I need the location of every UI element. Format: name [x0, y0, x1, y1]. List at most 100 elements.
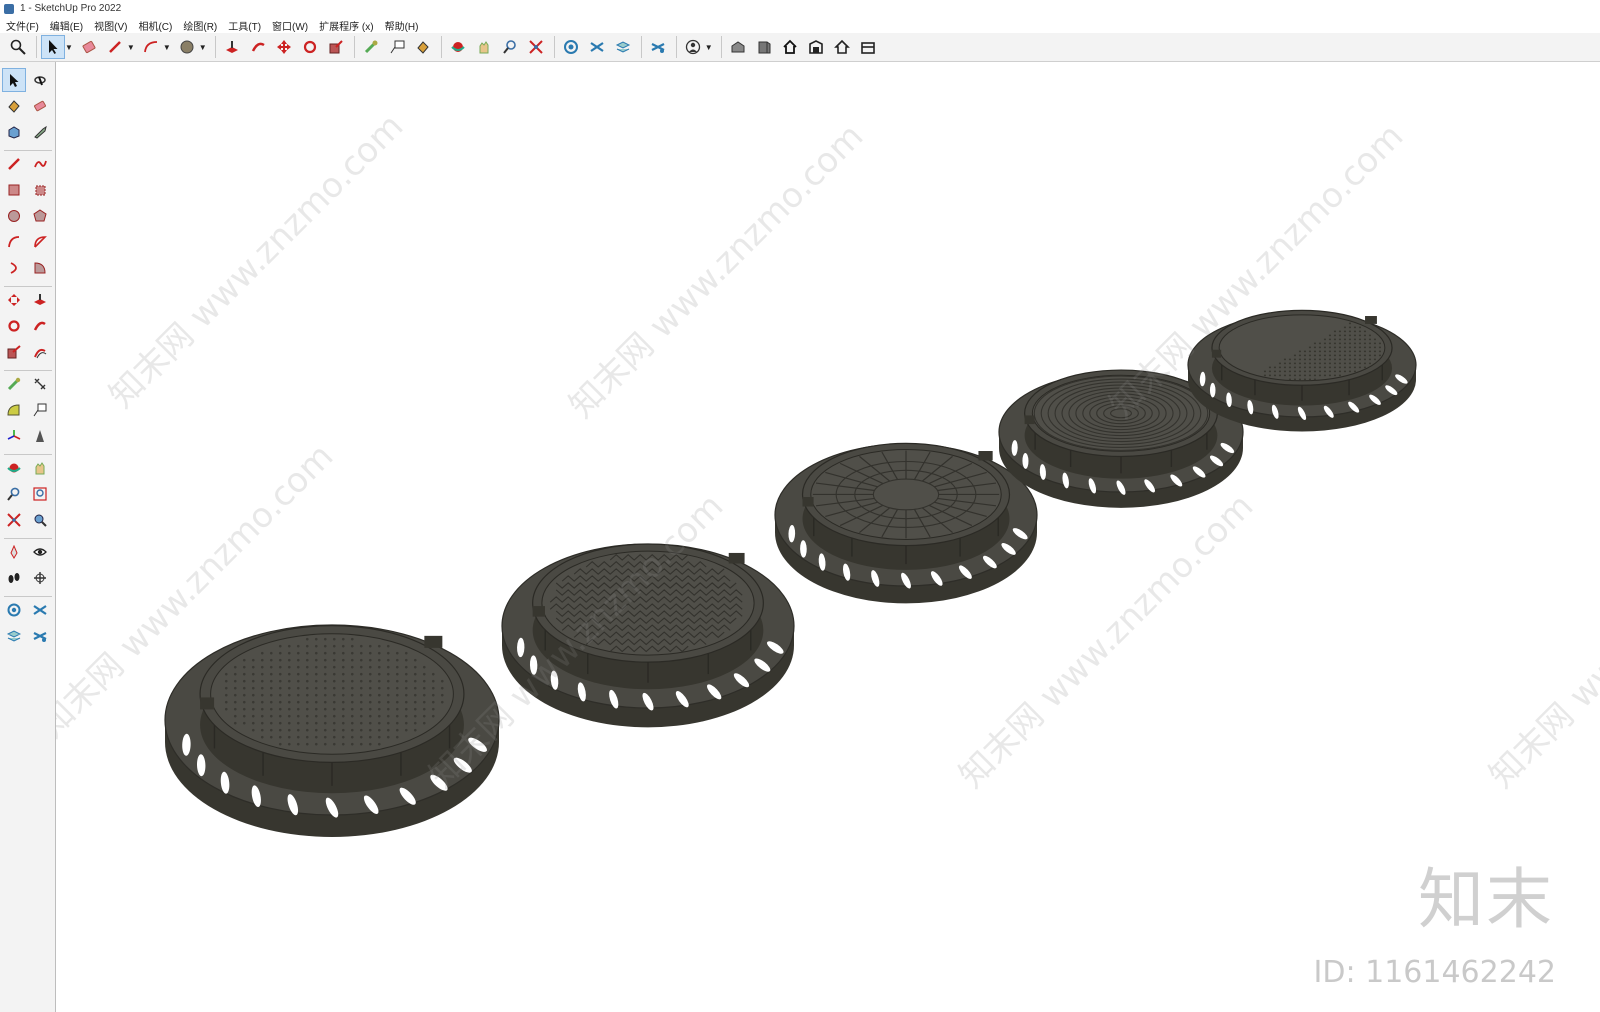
chevron-down-icon[interactable]: ▼: [163, 43, 171, 52]
menu-file[interactable]: 文件(F): [6, 18, 39, 33]
extension-icon[interactable]: [28, 598, 52, 622]
surface-dot: [422, 700, 426, 704]
profile-icon[interactable]: [681, 35, 705, 59]
extension-icon[interactable]: [585, 35, 609, 59]
house-icon[interactable]: [830, 35, 854, 59]
rectangle-icon[interactable]: [2, 178, 26, 202]
menu-draw[interactable]: 绘图(R): [183, 18, 217, 33]
chevron-down-icon[interactable]: ▼: [705, 43, 713, 52]
surface-dot: [404, 707, 408, 711]
text-icon[interactable]: [385, 35, 409, 59]
rotate-icon[interactable]: [298, 35, 322, 59]
orbit-icon[interactable]: [446, 35, 470, 59]
surface-dot: [314, 658, 318, 662]
dimension-icon[interactable]: [28, 372, 52, 396]
freehand-icon[interactable]: [28, 152, 52, 176]
select-icon[interactable]: [41, 35, 65, 59]
warehouse-icon[interactable]: [559, 35, 583, 59]
zoom-window-icon[interactable]: [28, 482, 52, 506]
toolbar-separator: [640, 36, 642, 58]
surface-dot: [350, 707, 354, 711]
tag-icon[interactable]: [28, 120, 52, 144]
texture-cell: [1373, 342, 1376, 345]
zoom-icon[interactable]: [6, 35, 30, 59]
orbit-icon[interactable]: [2, 456, 26, 480]
texture-cell: [1363, 358, 1366, 361]
texture-cell: [1358, 334, 1361, 337]
surface-dot: [233, 672, 237, 676]
eraser-icon[interactable]: [77, 35, 101, 59]
scale-icon[interactable]: [2, 340, 26, 364]
circle-icon[interactable]: [2, 204, 26, 228]
paint-bucket-icon[interactable]: [411, 35, 435, 59]
chevron-down-icon[interactable]: ▼: [199, 43, 207, 52]
menu-tools[interactable]: 工具(T): [228, 18, 261, 33]
texture-cell: [1293, 354, 1296, 357]
drawing-area[interactable]: 知末网 www.znzmo.com 知末网 www.znzmo.com 知末网 …: [56, 62, 1600, 1012]
sandbox-icon[interactable]: [28, 624, 52, 648]
position-camera-icon[interactable]: [2, 540, 26, 564]
pencil-icon[interactable]: [103, 35, 127, 59]
scale-icon[interactable]: [324, 35, 348, 59]
polygon-icon[interactable]: [28, 204, 52, 228]
menu-camera[interactable]: 相机(C): [138, 18, 172, 33]
texture-cell: [1348, 346, 1351, 349]
menu-edit[interactable]: 编辑(E): [50, 18, 83, 33]
follow-me-icon[interactable]: [246, 35, 270, 59]
previous-view-icon[interactable]: [28, 508, 52, 532]
walk-icon[interactable]: [2, 566, 26, 590]
paint-bucket-icon[interactable]: [2, 94, 26, 118]
menu-window[interactable]: 窗口(W): [272, 18, 308, 33]
lasso-icon[interactable]: [28, 68, 52, 92]
texture-cell: [1288, 358, 1291, 361]
layers-icon[interactable]: [611, 35, 635, 59]
move-icon[interactable]: [2, 288, 26, 312]
sandbox-icon[interactable]: [646, 35, 670, 59]
arc-icon[interactable]: [139, 35, 163, 59]
tape-icon[interactable]: [2, 372, 26, 396]
menu-extensions[interactable]: 扩展程序 (x): [319, 18, 373, 33]
paint-icon[interactable]: [175, 35, 199, 59]
menu-help[interactable]: 帮助(H): [385, 18, 419, 33]
arc-icon[interactable]: [2, 230, 26, 254]
rotate-icon[interactable]: [2, 314, 26, 338]
pan-icon[interactable]: [472, 35, 496, 59]
manhole-cover-radial[interactable]: [774, 442, 1038, 604]
layers-icon[interactable]: [2, 624, 26, 648]
warehouse-icon[interactable]: [2, 598, 26, 622]
look-around-icon[interactable]: [28, 540, 52, 564]
three-point-arc-icon[interactable]: [2, 256, 26, 280]
chevron-down-icon[interactable]: ▼: [65, 43, 73, 52]
zoom-tool-icon[interactable]: [2, 482, 26, 506]
move-icon[interactable]: [272, 35, 296, 59]
pie-icon[interactable]: [28, 256, 52, 280]
zoom-extents-icon[interactable]: [2, 508, 26, 532]
protractor-icon[interactable]: [2, 398, 26, 422]
back-view-icon[interactable]: [804, 35, 828, 59]
side-view-icon[interactable]: [856, 35, 880, 59]
home-icon[interactable]: [778, 35, 802, 59]
component-icon[interactable]: [2, 120, 26, 144]
select-icon[interactable]: [2, 68, 26, 92]
surface-dot: [404, 658, 408, 662]
rotated-rectangle-icon[interactable]: [28, 178, 52, 202]
chevron-down-icon[interactable]: ▼: [127, 43, 135, 52]
push-pull-icon[interactable]: [28, 288, 52, 312]
iso-view-icon[interactable]: [726, 35, 750, 59]
section-plane-icon[interactable]: [28, 566, 52, 590]
zoom-extents-icon[interactable]: [524, 35, 548, 59]
eraser-icon[interactable]: [28, 94, 52, 118]
follow-me-icon[interactable]: [28, 314, 52, 338]
two-point-arc-icon[interactable]: [28, 230, 52, 254]
pencil-icon[interactable]: [2, 152, 26, 176]
pan-icon[interactable]: [28, 456, 52, 480]
3d-text-icon[interactable]: [28, 424, 52, 448]
zoom-tool-icon[interactable]: [498, 35, 522, 59]
front-view-icon[interactable]: [752, 35, 776, 59]
offset-icon[interactable]: [28, 340, 52, 364]
axes-icon[interactable]: [2, 424, 26, 448]
text-icon[interactable]: [28, 398, 52, 422]
menu-view[interactable]: 视图(V): [94, 18, 127, 33]
push-pull-icon[interactable]: [220, 35, 244, 59]
tape-icon[interactable]: [359, 35, 383, 59]
